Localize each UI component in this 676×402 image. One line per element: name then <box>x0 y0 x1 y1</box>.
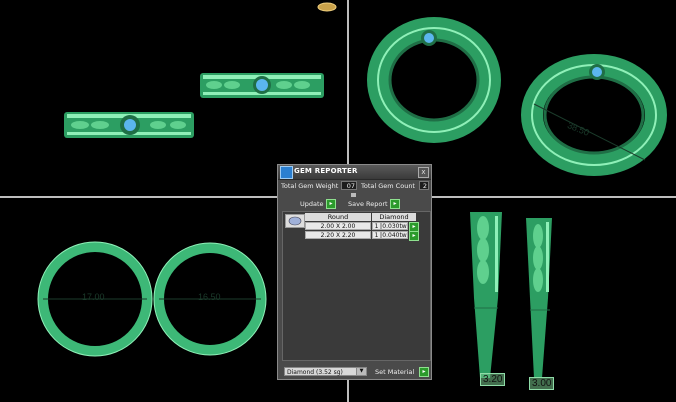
material-row: Diamond (3.52 sg) ▼ Set Material ▸ <box>282 365 429 377</box>
total-gem-count-label: Total Gem Count <box>361 182 415 190</box>
table-row-1-weight: 0.030tw <box>381 222 408 230</box>
table-header-shape: Round <box>305 213 371 221</box>
table-row-1-size: 2.00 X 2.00 <box>305 222 371 230</box>
update-label: Update <box>300 200 324 208</box>
table-row-2-go-button[interactable]: ▸ <box>409 231 419 241</box>
save-report-label: Save Report <box>348 200 388 208</box>
total-gem-count-field[interactable]: 2 <box>419 181 429 190</box>
gem-reporter-title: GEM REPORTER <box>294 167 358 175</box>
update-button[interactable]: ▸ <box>326 199 336 209</box>
save-report-button[interactable]: ▸ <box>390 199 400 209</box>
dimension-label-side-left: 3.20 <box>480 373 506 386</box>
table-row-1-count: 1 <box>372 222 381 230</box>
ring-side-render <box>470 212 552 378</box>
total-gem-weight-field[interactable]: 07 <box>341 181 357 190</box>
material-select[interactable]: Diamond (3.52 sg) ▼ <box>284 367 367 376</box>
gem-icon <box>280 166 293 179</box>
dimension-label-front-right: 16.50 <box>198 292 221 302</box>
table-row-2-weight: 0.040tw <box>381 231 408 239</box>
total-gem-weight-label: Total Gem Weight <box>281 182 339 190</box>
dimension-label-front-left: 17.00 <box>82 292 105 302</box>
gem-reporter-titlebar[interactable]: GEM REPORTER x <box>278 165 431 180</box>
material-select-value: Diamond (3.52 sg) <box>287 369 343 376</box>
viewport-bottom-left[interactable]: 17.00 16.50 <box>0 198 276 402</box>
set-material-button[interactable]: ▸ <box>419 367 429 377</box>
viewport-bottom-right[interactable]: 3.20 3.00 <box>434 198 676 402</box>
close-icon[interactable]: x <box>418 167 429 178</box>
ring-front-render <box>37 241 267 357</box>
set-material-label: Set Material <box>375 368 415 376</box>
dimension-label-side-right: 3.00 <box>529 377 555 390</box>
collapse-arrow-icon[interactable] <box>351 193 356 197</box>
gem-totals-row: Total Gem Weight 07 Total Gem Count 2 <box>280 181 430 191</box>
table-row-2-size: 2.20 X 2.20 <box>305 231 371 239</box>
gem-thumbnail-icon <box>285 214 305 228</box>
chevron-down-icon[interactable]: ▼ <box>356 368 366 375</box>
table-header-material: Diamond <box>372 213 416 221</box>
table-row-2-count: 1 <box>372 231 381 239</box>
gem-reporter-panel[interactable]: GEM REPORTER x Total Gem Weight 07 Total… <box>277 164 432 380</box>
gem-table[interactable]: Round Diamond 2.00 X 2.00 1 0.030tw ▸ 2.… <box>282 211 431 361</box>
